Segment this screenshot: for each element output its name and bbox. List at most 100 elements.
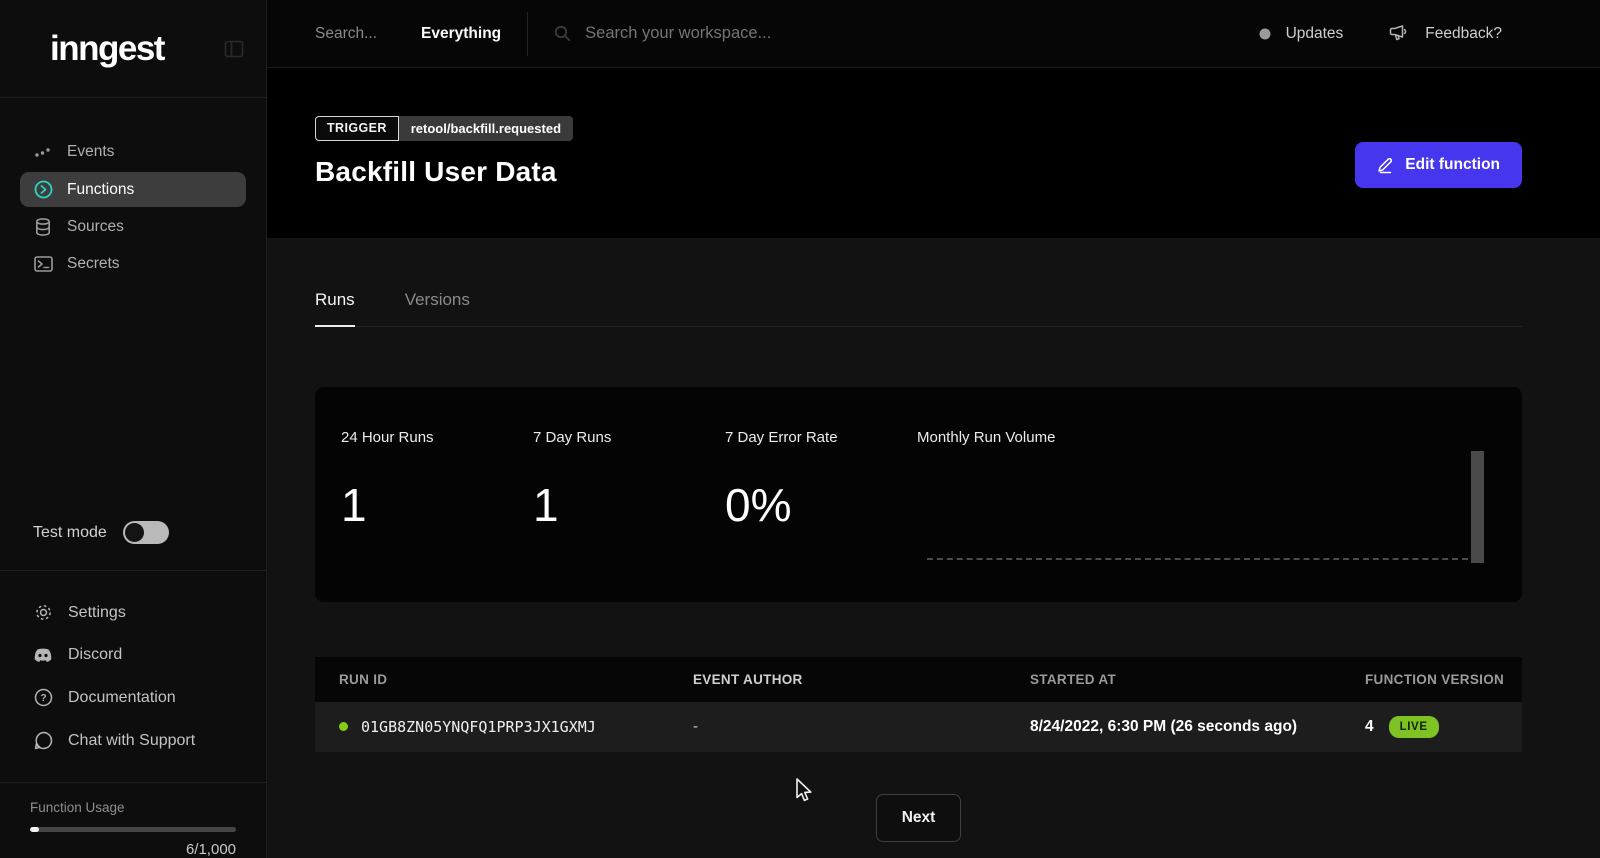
inngest-logo: inngest <box>50 29 164 69</box>
function-header-left: TRIGGER retool/backfill.requested Backfi… <box>315 116 573 188</box>
tab-runs[interactable]: Runs <box>315 290 355 327</box>
runs-table: RUN ID EVENT AUTHOR STARTED AT FUNCTION … <box>315 657 1522 752</box>
sidebar-item-label: Documentation <box>68 689 176 707</box>
chat-bubble-icon <box>33 731 53 750</box>
stat-value: 1 <box>533 478 725 532</box>
updates-link[interactable]: Updates <box>1259 25 1344 43</box>
functions-icon <box>33 180 53 199</box>
chart-bar <box>1471 451 1484 563</box>
search-shortcut[interactable]: Search... <box>315 25 377 43</box>
discord-icon <box>33 648 53 663</box>
sidebar-item-label: Sources <box>67 218 124 236</box>
test-mode-row: Test mode <box>0 521 266 570</box>
content: Runs Versions 24 Hour Runs 1 7 Day Runs … <box>267 238 1600 858</box>
stat-label: 7 Day Error Rate <box>725 429 917 446</box>
trigger-badge: TRIGGER retool/backfill.requested <box>315 116 573 141</box>
next-page-button[interactable]: Next <box>876 794 962 842</box>
search-icon <box>554 25 571 42</box>
stat-24h-runs: 24 Hour Runs 1 <box>341 429 533 566</box>
started-at: 8/24/2022, 6:30 PM (26 seconds ago) <box>1030 718 1297 735</box>
page-title: Backfill User Data <box>315 156 573 188</box>
table-row[interactable]: 01GB8ZN05YNQFQ1PRP3JX1GXMJ - 8/24/2022, … <box>315 702 1522 752</box>
function-usage-progress-fill <box>30 827 39 832</box>
stats-card: 24 Hour Runs 1 7 Day Runs 1 7 Day Error … <box>315 387 1522 602</box>
column-header-event-author: EVENT AUTHOR <box>669 657 1006 702</box>
table-header-row: RUN ID EVENT AUTHOR STARTED AT FUNCTION … <box>315 657 1522 702</box>
sidebar-item-label: Events <box>67 143 114 161</box>
sidebar-item-label: Discord <box>68 646 122 664</box>
workspace-search-input[interactable] <box>585 24 945 43</box>
stat-value: 0% <box>725 478 917 532</box>
updates-dot-icon <box>1259 28 1271 40</box>
secrets-icon <box>33 256 53 272</box>
main-area: Search... Everything Updates Feedback? <box>267 0 1600 858</box>
run-status-dot-icon <box>339 722 348 731</box>
workspace-search <box>554 24 1258 43</box>
pencil-icon <box>1377 157 1394 174</box>
feedback-label: Feedback? <box>1425 25 1502 43</box>
stat-7d-runs: 7 Day Runs 1 <box>533 429 725 566</box>
sidebar: inngest Events Functions Sources <box>0 0 267 858</box>
live-status-badge: LIVE <box>1389 716 1439 738</box>
sources-icon <box>33 218 53 236</box>
sidebar-item-discord[interactable]: Discord <box>0 634 266 676</box>
topbar-divider <box>527 12 528 56</box>
sidebar-item-secrets[interactable]: Secrets <box>20 247 246 281</box>
megaphone-icon <box>1389 24 1410 43</box>
feedback-link[interactable]: Feedback? <box>1389 24 1502 43</box>
trigger-badge-label: TRIGGER <box>315 116 399 141</box>
topbar-right: Updates Feedback? <box>1259 24 1502 43</box>
edit-function-button[interactable]: Edit function <box>1355 142 1522 188</box>
column-header-started-at: STARTED AT <box>1006 657 1341 702</box>
updates-label: Updates <box>1286 25 1344 43</box>
tab-versions[interactable]: Versions <box>405 290 470 327</box>
function-version-cell: 4 LIVE <box>1341 702 1522 752</box>
test-mode-toggle[interactable] <box>123 521 169 544</box>
function-usage-block: Function Usage 6/1,000 <box>0 783 266 858</box>
function-usage-value: 6/1,000 <box>30 841 236 858</box>
sidebar-item-functions[interactable]: Functions <box>20 172 246 207</box>
chart-dashed-baseline <box>927 558 1468 560</box>
sidebar-spacer <box>0 284 266 521</box>
topbar: Search... Everything Updates Feedback? <box>267 0 1600 68</box>
chart-title: Monthly Run Volume <box>917 429 1496 446</box>
run-id-cell: 01GB8ZN05YNQFQ1PRP3JX1GXMJ <box>315 704 669 750</box>
sidebar-header: inngest <box>0 0 266 98</box>
pagination: Next <box>315 794 1522 842</box>
monthly-run-volume-chart: Monthly Run Volume <box>917 429 1496 566</box>
stat-label: 7 Day Runs <box>533 429 725 446</box>
sidebar-collapse-icon[interactable] <box>224 39 244 59</box>
sidebar-item-chat-support[interactable]: Chat with Support <box>0 719 266 762</box>
sidebar-item-documentation[interactable]: ? Documentation <box>0 676 266 719</box>
function-usage-label: Function Usage <box>30 800 236 815</box>
svg-text:?: ? <box>40 693 46 704</box>
sidebar-item-events[interactable]: Events <box>20 135 246 169</box>
sidebar-item-label: Secrets <box>67 255 120 273</box>
function-version: 4 <box>1365 718 1374 736</box>
sidebar-nav: Events Functions Sources Secrets <box>0 98 266 284</box>
stat-label: 24 Hour Runs <box>341 429 533 446</box>
function-usage-progressbar <box>30 827 236 832</box>
sidebar-item-settings[interactable]: Settings <box>0 591 266 634</box>
sidebar-utility-nav: Settings Discord ? Documentation Chat wi… <box>0 571 266 782</box>
function-header: TRIGGER retool/backfill.requested Backfi… <box>267 68 1600 238</box>
chart-plot-area <box>917 454 1496 566</box>
search-scope-everything[interactable]: Everything <box>421 25 501 43</box>
gear-icon <box>33 603 53 622</box>
help-circle-icon: ? <box>33 688 53 707</box>
sidebar-item-label: Functions <box>67 181 134 199</box>
column-header-run-id: RUN ID <box>315 657 669 702</box>
started-at-cell: 8/24/2022, 6:30 PM (26 seconds ago) <box>1006 704 1341 750</box>
column-header-function-version: FUNCTION VERSION <box>1341 657 1522 702</box>
stat-value: 1 <box>341 478 533 532</box>
toggle-knob <box>125 523 144 542</box>
sidebar-item-label: Settings <box>68 604 126 622</box>
sidebar-item-sources[interactable]: Sources <box>20 210 246 244</box>
trigger-event-name: retool/backfill.requested <box>399 116 573 141</box>
tab-bar: Runs Versions <box>315 290 1522 327</box>
run-id: 01GB8ZN05YNQFQ1PRP3JX1GXMJ <box>361 718 596 736</box>
events-icon <box>33 145 53 159</box>
sidebar-item-label: Chat with Support <box>68 732 195 750</box>
event-author-cell: - <box>669 704 1006 749</box>
test-mode-label: Test mode <box>33 524 107 542</box>
